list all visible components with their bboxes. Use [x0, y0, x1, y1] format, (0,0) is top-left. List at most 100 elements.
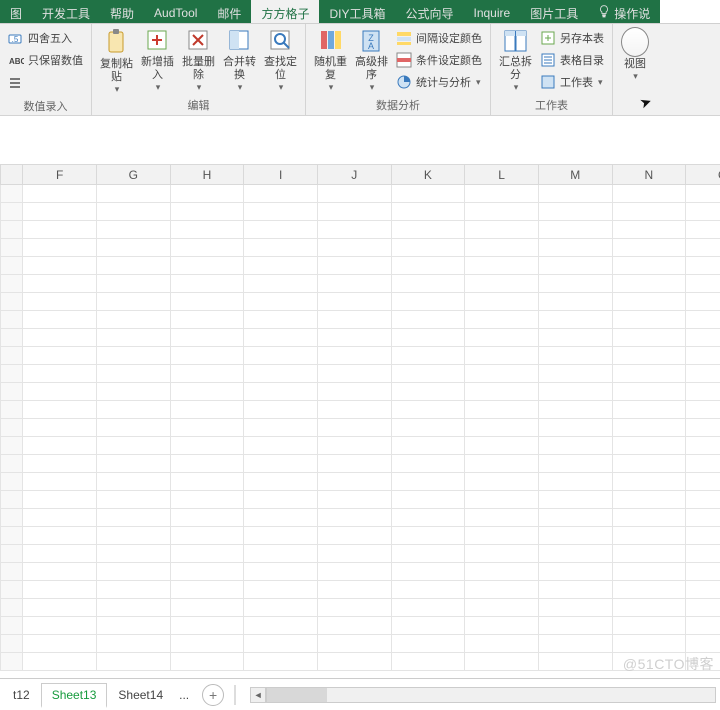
cell[interactable] [612, 581, 686, 599]
cell[interactable] [612, 545, 686, 563]
split-summary-button[interactable]: 汇总拆 分▾ [495, 26, 536, 94]
cell[interactable] [538, 275, 612, 293]
cell[interactable] [686, 221, 720, 239]
cell[interactable] [538, 203, 612, 221]
cell[interactable] [96, 527, 170, 545]
cell[interactable] [465, 527, 539, 545]
cell[interactable] [538, 311, 612, 329]
col-header[interactable]: G [96, 165, 170, 185]
cell[interactable] [96, 185, 170, 203]
cell[interactable] [96, 311, 170, 329]
scroll-thumb[interactable] [267, 688, 327, 702]
cell[interactable] [244, 275, 318, 293]
cell[interactable] [317, 311, 391, 329]
cell[interactable] [538, 329, 612, 347]
cell[interactable] [96, 365, 170, 383]
cell[interactable] [612, 509, 686, 527]
cell[interactable] [686, 455, 720, 473]
cell[interactable] [465, 563, 539, 581]
sheet-tab-prev[interactable]: t12 [2, 683, 41, 706]
cell[interactable] [317, 509, 391, 527]
cell[interactable] [612, 239, 686, 257]
cell[interactable] [96, 221, 170, 239]
cell[interactable] [465, 257, 539, 275]
cell[interactable] [612, 563, 686, 581]
row-header[interactable] [1, 257, 23, 275]
cell[interactable] [96, 599, 170, 617]
cell[interactable] [465, 239, 539, 257]
row-header[interactable] [1, 185, 23, 203]
cell[interactable] [96, 545, 170, 563]
row-header[interactable] [1, 563, 23, 581]
cell[interactable] [96, 563, 170, 581]
cell[interactable] [465, 365, 539, 383]
cell[interactable] [612, 437, 686, 455]
interval-color-button[interactable]: 间隔设定颜色 [394, 28, 484, 48]
cell[interactable] [96, 419, 170, 437]
cell[interactable] [244, 365, 318, 383]
cell[interactable] [23, 365, 97, 383]
cell[interactable] [170, 509, 244, 527]
cell[interactable] [612, 365, 686, 383]
cell[interactable] [686, 329, 720, 347]
cell[interactable] [612, 653, 686, 671]
cell[interactable] [23, 311, 97, 329]
cell[interactable] [96, 491, 170, 509]
cell[interactable] [538, 221, 612, 239]
cell[interactable] [170, 635, 244, 653]
cell[interactable] [391, 545, 465, 563]
cell[interactable] [170, 545, 244, 563]
cell[interactable] [170, 329, 244, 347]
cell[interactable] [317, 185, 391, 203]
row-header[interactable] [1, 491, 23, 509]
cell[interactable] [686, 257, 720, 275]
cell[interactable] [317, 437, 391, 455]
cell[interactable] [612, 527, 686, 545]
row-header[interactable] [1, 347, 23, 365]
cell[interactable] [391, 347, 465, 365]
cell[interactable] [538, 473, 612, 491]
cell[interactable] [391, 509, 465, 527]
col-header[interactable]: N [612, 165, 686, 185]
cell[interactable] [170, 311, 244, 329]
cell[interactable] [317, 491, 391, 509]
row-header[interactable] [1, 545, 23, 563]
cell[interactable] [170, 527, 244, 545]
cell[interactable] [612, 599, 686, 617]
cell[interactable] [23, 257, 97, 275]
cell[interactable] [612, 473, 686, 491]
cell[interactable] [465, 401, 539, 419]
cell[interactable] [96, 635, 170, 653]
cell[interactable] [612, 347, 686, 365]
cell[interactable] [686, 203, 720, 221]
row-header[interactable] [1, 635, 23, 653]
cell[interactable] [170, 455, 244, 473]
horizontal-scrollbar[interactable]: ◄ [250, 687, 716, 703]
cell[interactable] [96, 473, 170, 491]
row-header[interactable] [1, 653, 23, 671]
cell[interactable] [317, 581, 391, 599]
cell[interactable] [23, 185, 97, 203]
cell[interactable] [465, 473, 539, 491]
cell[interactable] [96, 239, 170, 257]
cell[interactable] [170, 239, 244, 257]
cell[interactable] [391, 311, 465, 329]
cell[interactable] [538, 617, 612, 635]
cell[interactable] [317, 635, 391, 653]
col-header[interactable]: L [465, 165, 539, 185]
col-header[interactable]: H [170, 165, 244, 185]
cell[interactable] [96, 383, 170, 401]
cell[interactable] [170, 473, 244, 491]
cell[interactable] [23, 545, 97, 563]
tab-developer[interactable]: 开发工具 [32, 0, 100, 23]
col-header[interactable]: I [244, 165, 318, 185]
row-header[interactable] [1, 221, 23, 239]
cell[interactable] [244, 437, 318, 455]
scroll-track[interactable] [266, 687, 716, 703]
cell[interactable] [23, 473, 97, 491]
find-locate-button[interactable]: 查找定 位▾ [260, 26, 301, 94]
cell[interactable] [391, 257, 465, 275]
cell[interactable] [686, 437, 720, 455]
row-header[interactable] [1, 473, 23, 491]
cell[interactable] [317, 527, 391, 545]
